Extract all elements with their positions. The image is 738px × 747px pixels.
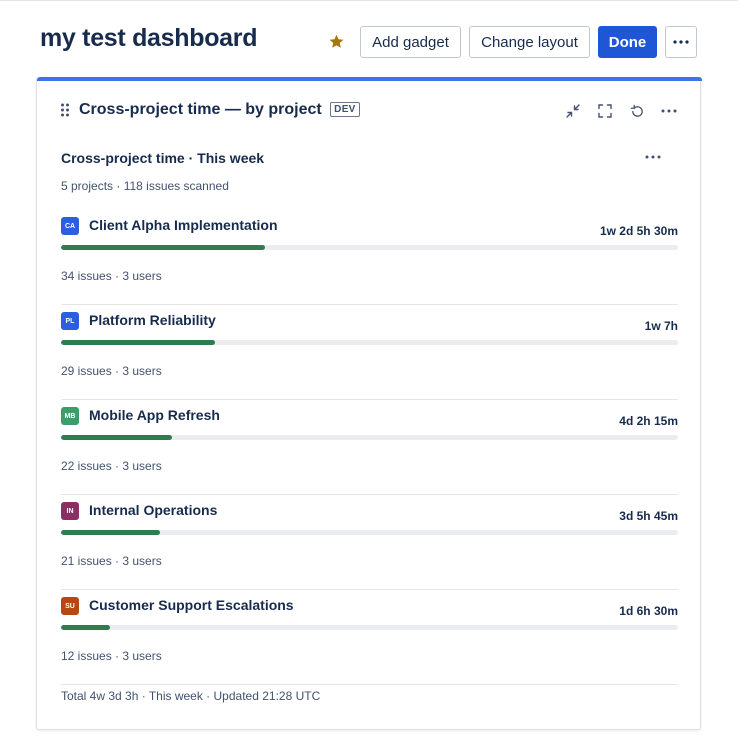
panel-title: Cross-project time · This week: [61, 150, 265, 166]
project-name[interactable]: Platform Reliability: [89, 312, 216, 328]
project-row[interactable]: CA Client Alpha Implementation 1w 2d 5h 30…: [61, 210, 678, 305]
project-name[interactable]: Customer Support Escalations: [89, 597, 294, 613]
project-row[interactable]: IN Internal Operations 3d 5h 45m 21 issues …: [61, 495, 678, 590]
progress-fill: [61, 340, 216, 345]
dashboard-header: my test dashboard Add gadget Change layo…: [0, 0, 738, 78]
project-time: 1w 2d 5h 30m: [599, 224, 678, 238]
progress-fill: [61, 530, 160, 535]
panel-footer: Total 4w 3d 3h · This week · Updated 21:…: [61, 689, 321, 703]
more-horizontal-icon: [673, 40, 689, 44]
progress-track: [61, 530, 678, 535]
progress-fill: [61, 435, 173, 440]
gadget-title: Cross-project time — by project DEV: [79, 101, 360, 119]
done-button[interactable]: Done: [598, 26, 657, 58]
project-meta: 21 issues · 3 users: [61, 554, 162, 568]
project-meta: 12 issues · 3 users: [61, 649, 162, 663]
refresh-icon[interactable]: [627, 101, 647, 121]
panel-summary: 5 projects · 118 issues scanned: [61, 179, 229, 193]
progress-track: [61, 625, 678, 630]
project-meta: 34 issues · 3 users: [61, 269, 162, 283]
project-avatar: SU: [61, 597, 79, 615]
gadget-more-icon[interactable]: [659, 101, 679, 121]
progress-fill: [61, 625, 111, 630]
project-row[interactable]: SU Customer Support Escalations 1d 6h 30m 1…: [61, 590, 678, 685]
project-name[interactable]: Internal Operations: [89, 502, 217, 518]
project-avatar: IN: [61, 502, 79, 520]
project-name[interactable]: Client Alpha Implementation: [89, 217, 278, 233]
project-avatar: PL: [61, 312, 79, 330]
gadget-accent-bar: [37, 77, 702, 81]
project-name[interactable]: Mobile App Refresh: [89, 407, 220, 423]
add-gadget-button[interactable]: Add gadget: [360, 26, 461, 58]
minimize-icon[interactable]: [563, 101, 583, 121]
page-title: my test dashboard: [40, 24, 258, 52]
project-row[interactable]: PL Platform Reliability 1w 7h 29 issues · 3…: [61, 305, 678, 400]
change-layout-button[interactable]: Change layout: [469, 26, 590, 58]
project-avatar: CA: [61, 217, 79, 235]
drag-handle-icon[interactable]: [61, 103, 69, 117]
more-actions-button[interactable]: [665, 26, 697, 58]
fullscreen-icon[interactable]: [595, 101, 615, 121]
project-row[interactable]: MB Mobile App Refresh 4d 2h 15m 22 issues ·…: [61, 400, 678, 495]
star-icon[interactable]: [326, 31, 346, 51]
gadget-title-text: Cross-project time — by project: [79, 101, 322, 118]
progress-track: [61, 245, 678, 250]
project-avatar: MB: [61, 407, 79, 425]
progress-fill: [61, 245, 265, 250]
project-time: 3d 5h 45m: [619, 509, 678, 523]
project-time: 4d 2h 15m: [619, 414, 678, 428]
gadget-card: Cross-project time — by project DEV Cros…: [36, 77, 702, 730]
project-meta: 22 issues · 3 users: [61, 459, 162, 473]
panel-more-icon[interactable]: [641, 149, 665, 165]
project-time: 1d 6h 30m: [619, 604, 678, 618]
project-time: 1w 7h: [644, 319, 678, 333]
project-meta: 29 issues · 3 users: [61, 364, 162, 378]
progress-track: [61, 340, 678, 345]
progress-track: [61, 435, 678, 440]
dev-badge: DEV: [330, 102, 360, 117]
